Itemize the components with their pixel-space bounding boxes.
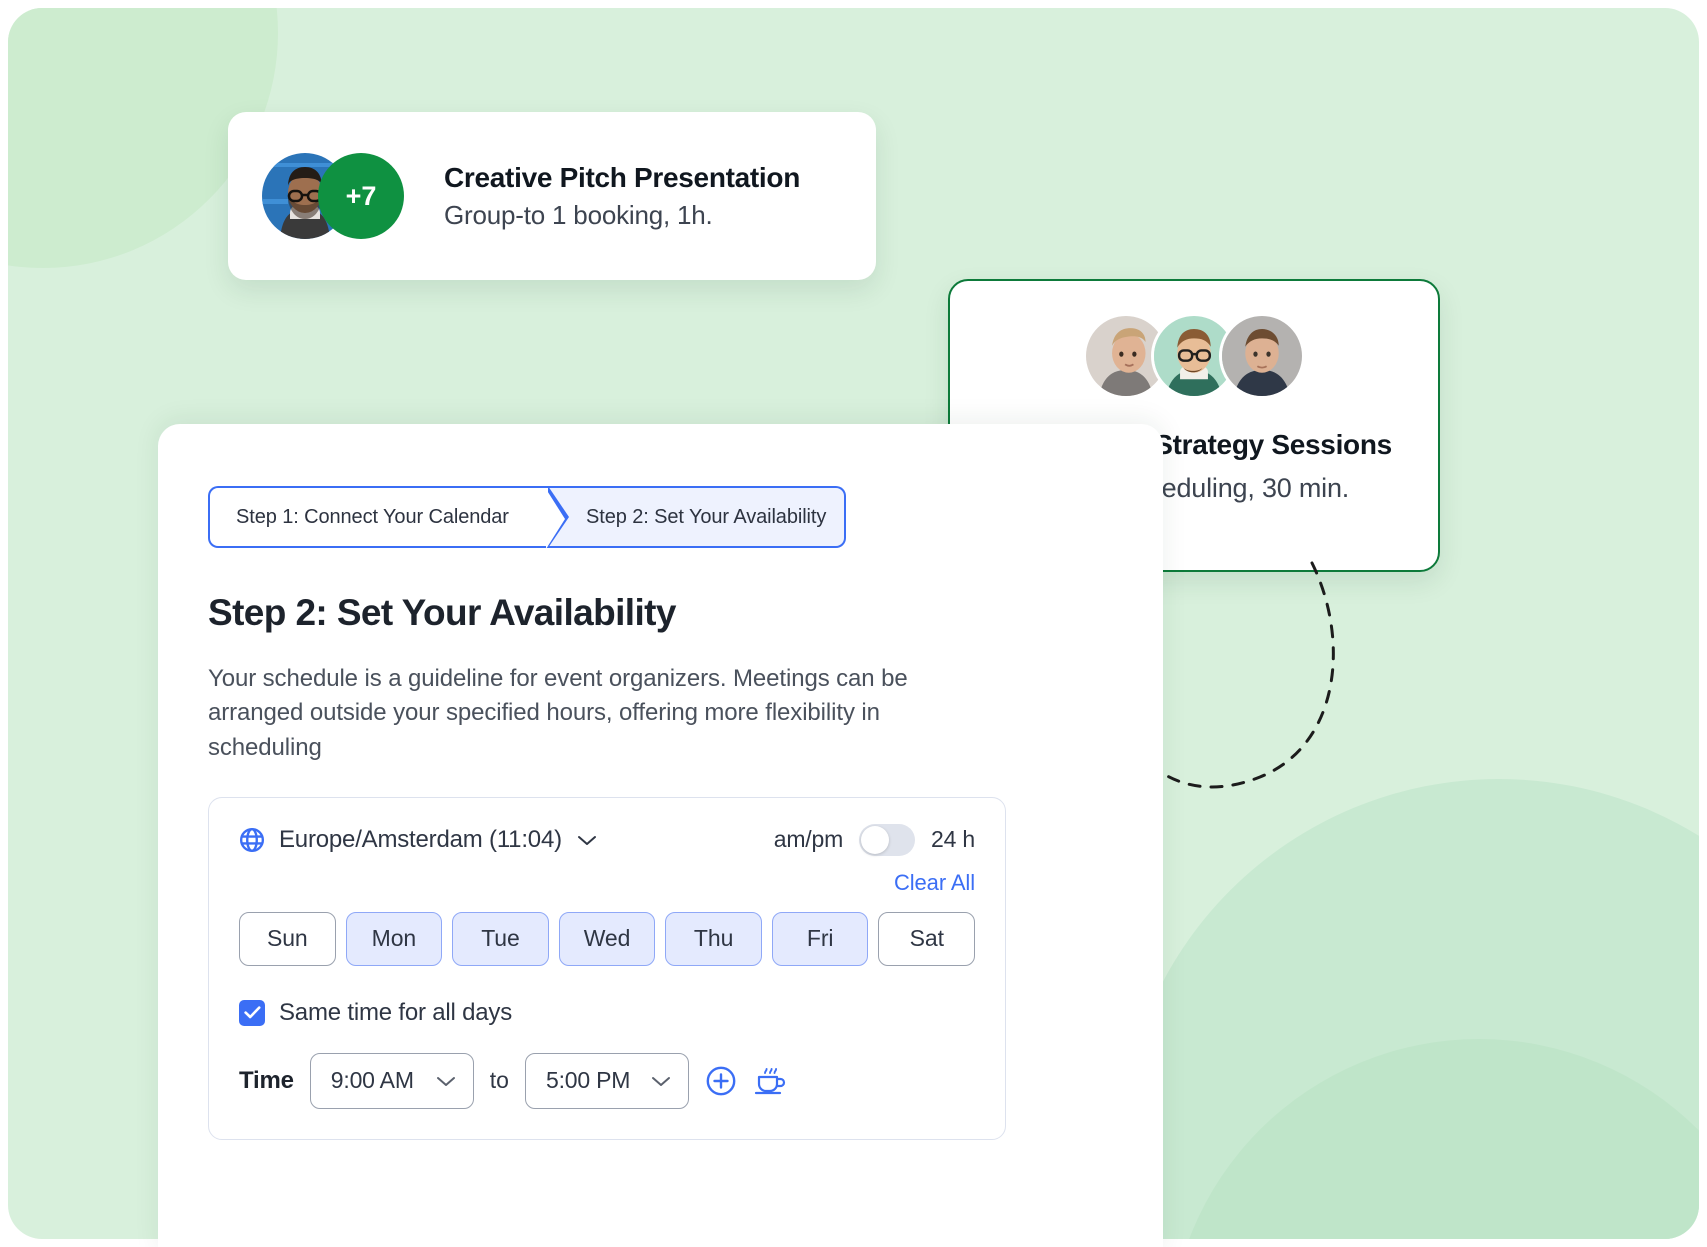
step-indicator: Step 1: Connect Your Calendar Step 2: Se… (208, 486, 846, 549)
day-button-wed[interactable]: Wed (558, 911, 656, 966)
day-label: Fri (806, 925, 834, 952)
start-time-select[interactable]: 9:00 AM (309, 1052, 474, 1109)
globe-icon (239, 827, 265, 852)
start-time-value: 9:00 AM (330, 1067, 414, 1094)
step-1-label: Step 1: Connect Your Calendar (236, 505, 509, 528)
coffee-cup-icon (754, 1067, 786, 1095)
page-title: Step 2: Set Your Availability (208, 592, 676, 633)
add-time-slot-button[interactable] (705, 1065, 737, 1097)
day-button-tue[interactable]: Tue (452, 911, 549, 966)
day-button-sat[interactable]: Sat (878, 911, 976, 966)
day-label: Sun (266, 925, 308, 952)
creative-pitch-card[interactable]: +7 Creative Pitch Presentation Group-to … (228, 112, 876, 280)
day-button-sun[interactable]: Sun (239, 911, 336, 966)
day-button-thu[interactable]: Thu (665, 911, 762, 966)
time-format-switcher: am/pm 24 h (773, 823, 975, 856)
chevron-down-icon (577, 835, 596, 845)
page-description: Your schedule is a guideline for event o… (208, 665, 908, 761)
checkmark-icon (243, 1006, 260, 1019)
advertising-avatar-group (1083, 313, 1305, 399)
clear-all-row: Clear All (239, 870, 975, 896)
toggle-knob (861, 825, 890, 854)
timezone-label: Europe/Amsterdam (11:04) (279, 825, 562, 853)
day-label: Wed (583, 925, 631, 952)
creative-pitch-title: Creative Pitch Presentation (444, 161, 801, 193)
plus-circle-icon (706, 1066, 736, 1096)
same-time-label: Same time for all days (279, 998, 513, 1026)
day-button-mon[interactable]: Mon (345, 911, 443, 966)
same-time-checkbox[interactable] (239, 999, 265, 1026)
creative-pitch-subtitle: Group-to 1 booking, 1h. (444, 199, 713, 230)
timezone-and-format-row: Europe/Amsterdam (11:04) am/pm 24 h (239, 823, 975, 856)
chevron-down-icon (651, 1076, 670, 1086)
attendee-count-badge: +7 (318, 153, 404, 239)
chevron-down-icon (436, 1076, 455, 1086)
creative-pitch-text: Creative Pitch Presentation Group-to 1 b… (444, 162, 800, 231)
time-format-toggle[interactable] (859, 823, 916, 856)
screenshot-root: +7 Creative Pitch Presentation Group-to … (0, 0, 1707, 1247)
day-label: Sat (909, 925, 944, 952)
end-time-select[interactable]: 5:00 PM (524, 1052, 689, 1109)
time-range-row: Time 9:00 AM to 5:00 PM (239, 1052, 975, 1109)
day-label: Mon (371, 925, 417, 952)
day-label: Thu (693, 925, 734, 952)
step-2-set-availability[interactable]: Step 2: Set Your Availability (548, 486, 846, 548)
step-2-label: Step 2: Set Your Availability (586, 505, 827, 528)
avatar-stack: +7 (262, 153, 420, 239)
to-label: to (489, 1067, 509, 1094)
attendee-count-label: +7 (345, 180, 377, 211)
day-button-fri[interactable]: Fri (771, 911, 869, 966)
availability-settings-box: Europe/Amsterdam (11:04) am/pm 24 h Clea… (208, 796, 1006, 1140)
time-label: Time (239, 1066, 294, 1094)
timezone-selector[interactable]: Europe/Amsterdam (11:04) (239, 826, 598, 854)
avatar (1219, 313, 1305, 399)
day-label: Tue (481, 925, 520, 952)
availability-panel: Step 1: Connect Your Calendar Step 2: Se… (158, 424, 1163, 1247)
end-time-value: 5:00 PM (545, 1067, 631, 1094)
day-selector: Sun Mon Tue Wed Thu Fri Sat (239, 911, 976, 966)
clear-all-button[interactable]: Clear All (894, 870, 975, 896)
avatar-image (1222, 316, 1302, 396)
24h-label: 24 h (931, 826, 975, 853)
ampm-label: am/pm (773, 826, 844, 853)
add-break-button[interactable] (753, 1065, 787, 1097)
step-1-connect-calendar[interactable]: Step 1: Connect Your Calendar (208, 486, 569, 549)
same-time-row: Same time for all days (239, 999, 975, 1027)
